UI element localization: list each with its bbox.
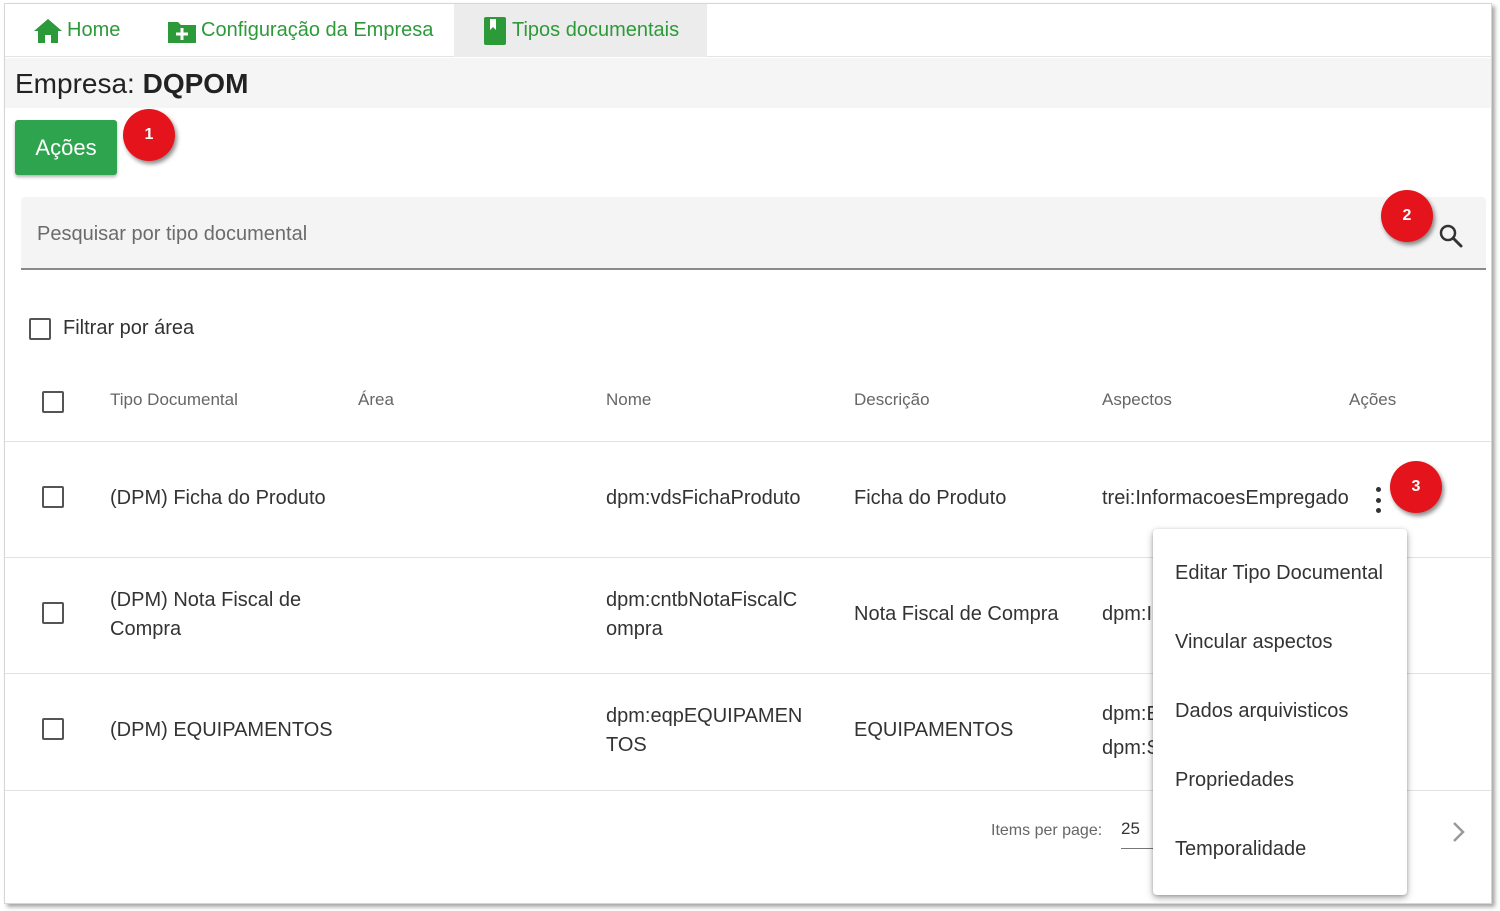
row-checkbox[interactable] xyxy=(42,486,64,508)
row-tipo-line2: Compra xyxy=(110,618,182,640)
menu-item-dados-arquivisticos[interactable]: Dados arquivisticos xyxy=(1175,700,1348,723)
column-header-descricao[interactable]: Descrição xyxy=(854,390,930,410)
filter-area-label: Filtrar por área xyxy=(63,317,195,339)
home-icon xyxy=(34,18,62,43)
row-aspectos-line2: dpm:S xyxy=(1102,737,1160,759)
row-descricao: Nota Fiscal de Compra xyxy=(854,603,1059,625)
more-vert-icon[interactable] xyxy=(1371,487,1385,513)
select-all-checkbox[interactable] xyxy=(42,391,64,413)
row-nome: dpm:vdsFichaProduto xyxy=(606,487,801,509)
items-per-page-select[interactable]: 25 xyxy=(1121,819,1155,849)
row-descricao: Ficha do Produto xyxy=(854,487,1007,509)
items-per-page-label: Items per page: xyxy=(991,822,1103,839)
row-tipo: (DPM) Ficha do Produto xyxy=(110,487,326,509)
row-nome-line2: ompra xyxy=(606,618,663,640)
row-descricao: EQUIPAMENTOS xyxy=(854,719,1014,741)
tab-configuracao-empresa[interactable]: Configuração da Empresa xyxy=(167,4,433,57)
row-nome-line2: TOS xyxy=(606,734,647,756)
folder-plus-icon xyxy=(168,21,196,43)
menu-item-propriedades[interactable]: Propriedades xyxy=(1175,769,1294,792)
callout-marker-1: 1 xyxy=(123,109,175,161)
table-divider xyxy=(5,441,1491,442)
menu-item-temporalidade[interactable]: Temporalidade xyxy=(1175,838,1306,861)
tab-home-label: Home xyxy=(67,19,121,41)
row-aspectos: dpm:I xyxy=(1102,603,1153,625)
filter-area-checkbox[interactable] xyxy=(29,318,51,340)
column-header-acoes: Ações xyxy=(1349,390,1397,409)
chevron-right-icon[interactable] xyxy=(1449,819,1469,845)
app-window: Home Configuração da Empresa Tipos docum… xyxy=(4,3,1492,904)
menu-item-vincular-aspectos[interactable]: Vincular aspectos xyxy=(1175,631,1333,654)
search-icon[interactable] xyxy=(1438,223,1464,249)
row-tipo: (DPM) EQUIPAMENTOS xyxy=(110,719,333,741)
row-aspectos-line1: dpm:E xyxy=(1102,703,1160,725)
menu-item-editar-tipo-documental[interactable]: Editar Tipo Documental xyxy=(1175,562,1383,585)
callout-marker-2: 2 xyxy=(1381,190,1433,242)
row-checkbox[interactable] xyxy=(42,718,64,740)
tab-bar: Home Configuração da Empresa Tipos docum… xyxy=(5,4,1491,57)
tab-config-label: Configuração da Empresa xyxy=(201,19,434,41)
tab-tipos-label: Tipos documentais xyxy=(512,19,680,41)
row-tipo-line1: (DPM) Nota Fiscal de xyxy=(110,589,302,611)
row-checkbox[interactable] xyxy=(42,602,64,624)
tab-tipos-documentais[interactable]: Tipos documentais xyxy=(454,4,707,57)
row-nome-line1: dpm:cntbNotaFiscalC xyxy=(606,589,798,611)
actions-button[interactable]: Ações xyxy=(15,120,117,175)
company-name: DQPOM xyxy=(142,68,249,99)
bookmark-book-icon xyxy=(484,16,506,45)
column-header-tipo[interactable]: Tipo Documental xyxy=(110,390,238,410)
search-input[interactable] xyxy=(37,219,1337,249)
callout-marker-3: 3 xyxy=(1390,461,1442,513)
page-title: Empresa: DQPOM xyxy=(15,68,248,100)
tab-home[interactable]: Home xyxy=(33,4,120,57)
company-header: Empresa: DQPOM xyxy=(5,58,1491,108)
search-box xyxy=(21,197,1486,270)
row-actions-menu: Editar Tipo Documental Vincular aspectos… xyxy=(1153,529,1407,895)
row-aspectos: trei:InformacoesEmpregado xyxy=(1102,487,1349,509)
row-nome-line1: dpm:eqpEQUIPAMEN xyxy=(606,705,803,727)
company-prefix: Empresa: xyxy=(15,68,135,99)
column-header-nome[interactable]: Nome xyxy=(606,390,651,410)
column-header-aspectos[interactable]: Aspectos xyxy=(1102,390,1172,410)
column-header-area[interactable]: Área xyxy=(358,390,394,410)
